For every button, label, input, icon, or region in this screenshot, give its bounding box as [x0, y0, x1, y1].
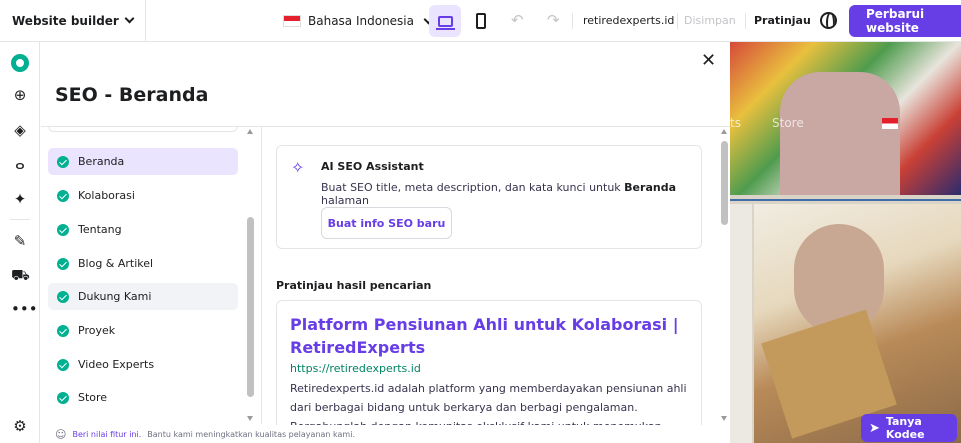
list-edge: [48, 126, 238, 132]
mobile-view-button[interactable]: [465, 5, 497, 37]
paint-icon[interactable]: ⴰ: [11, 155, 29, 173]
feedback-bar: ☺ Beri nilai fitur ini. Bantu kami menin…: [41, 425, 730, 443]
page-item-label: Beranda: [78, 155, 125, 168]
check-circle-icon: [57, 257, 69, 270]
top-bar: Website builder Bahasa Indonesia ↶ ↷ ret…: [0, 0, 961, 42]
ai-card-description: Buat SEO title, meta description, dan ka…: [321, 181, 676, 207]
ai-sparkle-icon[interactable]: ✦: [11, 190, 29, 208]
page-item-label: Blog & Artikel: [78, 257, 154, 270]
ask-kodee-button[interactable]: ➤ Tanya Kodee: [861, 414, 957, 442]
preview-button[interactable]: Pratinjau: [754, 14, 811, 27]
scrollbar-thumb[interactable]: [721, 141, 728, 225]
domain-label[interactable]: retiredexperts.id: [583, 14, 674, 27]
seo-content: ✧ AI SEO Assistant Buat SEO title, meta …: [261, 127, 730, 443]
chevron-down-icon: [124, 13, 135, 24]
search-preview-heading: Pratinjau hasil pencarian: [276, 279, 432, 292]
page-item-kolaborasi[interactable]: Kolaborasi: [48, 182, 238, 209]
more-icon[interactable]: •••: [11, 300, 38, 318]
generate-seo-button[interactable]: Buat info SEO baru: [321, 207, 452, 239]
website-builder-menu[interactable]: Website builder: [0, 0, 146, 42]
section-divider: [730, 199, 961, 201]
page-item-blog[interactable]: Blog & Artikel: [48, 250, 238, 277]
page-item-tentang[interactable]: Tentang: [48, 216, 238, 243]
content-scrollbar[interactable]: [721, 129, 728, 421]
hero-image: [730, 42, 961, 195]
ai-seo-card: ✧ AI SEO Assistant Buat SEO title, meta …: [276, 145, 702, 249]
divider: [572, 13, 573, 29]
scroll-down-arrow-icon[interactable]: [721, 416, 727, 421]
page-item-dukung-kami[interactable]: Dukung Kami: [48, 283, 238, 310]
page-item-label: Proyek: [78, 324, 116, 337]
panel-title: SEO - Beranda: [55, 84, 209, 106]
page-item-label: Store: [78, 391, 108, 404]
page-item-label: Tentang: [78, 223, 122, 236]
seo-panel: ✕ SEO - Beranda Beranda Kolaborasi Tenta…: [41, 42, 730, 443]
scroll-down-arrow-icon[interactable]: [247, 416, 253, 421]
update-website-button[interactable]: Perbarui website: [849, 5, 961, 37]
smiley-icon: ☺: [55, 427, 67, 441]
layers-icon[interactable]: ◈: [11, 121, 29, 139]
search-result-preview: Platform Pensiunan Ahli untuk Kolaborasi…: [276, 300, 702, 443]
scroll-up-arrow-icon[interactable]: [247, 129, 253, 134]
rate-feature-link[interactable]: Beri nilai fitur ini.: [72, 430, 141, 439]
page-list: Beranda Kolaborasi Tentang Blog & Artike…: [48, 126, 238, 424]
check-circle-icon: [57, 391, 69, 404]
check-circle-icon: [57, 155, 69, 168]
saved-status: Disimpan: [684, 14, 736, 27]
divider: [745, 13, 746, 29]
mobile-icon: [476, 13, 486, 29]
language-selector[interactable]: Bahasa Indonesia: [283, 0, 434, 42]
left-rail: ⊕ ◈ ⴰ ✦ ✎ ⛟ ••• ⚙: [0, 42, 40, 443]
check-circle-icon: [57, 358, 69, 371]
help-icon[interactable]: ⚙: [11, 417, 29, 435]
page-item-label: Dukung Kami: [78, 290, 152, 303]
feedback-text: Bantu kami meningkatkan kualitas pelayan…: [147, 429, 355, 439]
close-icon[interactable]: ✕: [701, 50, 716, 71]
desktop-icon: [435, 15, 455, 30]
undo-icon[interactable]: ↶: [511, 11, 524, 29]
page-item-video-experts[interactable]: Video Experts: [48, 351, 238, 378]
add-icon[interactable]: ⊕: [11, 86, 29, 104]
redo-icon[interactable]: ↷: [547, 11, 560, 29]
page-item-proyek[interactable]: Proyek: [48, 317, 238, 344]
result-title: Platform Pensiunan Ahli untuk Kolaborasi…: [290, 315, 679, 357]
globe-icon[interactable]: [820, 12, 837, 29]
rail-divider: [10, 219, 30, 220]
gallery-image: [754, 204, 961, 443]
page-item-beranda[interactable]: Beranda: [48, 148, 238, 175]
kodee-icon: ➤: [869, 420, 880, 436]
check-circle-icon: [57, 189, 69, 202]
kodee-label: Tanya Kodee: [885, 415, 925, 441]
scroll-up-arrow-icon[interactable]: [721, 129, 727, 134]
desktop-view-button[interactable]: [429, 5, 461, 37]
section-background: [730, 204, 752, 443]
logo-icon[interactable]: [11, 54, 29, 72]
page-item-label: Video Experts: [78, 358, 155, 371]
result-url: https://retiredexperts.id: [290, 362, 421, 375]
check-circle-icon: [57, 324, 69, 337]
edit-icon[interactable]: ✎: [11, 232, 29, 250]
page-item-label: Kolaborasi: [78, 189, 135, 202]
page-item-store[interactable]: Store: [48, 384, 238, 411]
check-circle-icon: [57, 223, 69, 236]
divider: [677, 13, 678, 29]
ai-sparkle-icon: ✧: [291, 158, 305, 177]
site-nav-item[interactable]: ts: [730, 116, 741, 130]
scrollbar-thumb[interactable]: [247, 217, 254, 397]
website-canvas[interactable]: ts Store ➤ Tanya Kodee: [730, 42, 961, 443]
ai-card-title: AI SEO Assistant: [321, 160, 424, 173]
page-list-scrollbar[interactable]: [247, 129, 254, 421]
indonesia-flag-icon: [882, 118, 898, 129]
site-nav-item-store[interactable]: Store: [772, 116, 804, 130]
check-circle-icon: [57, 290, 69, 303]
language-label: Bahasa Indonesia: [308, 14, 414, 28]
indonesia-flag-icon: [283, 15, 301, 27]
cart-icon[interactable]: ⛟: [11, 266, 30, 284]
brand-label: Website builder: [12, 13, 119, 28]
